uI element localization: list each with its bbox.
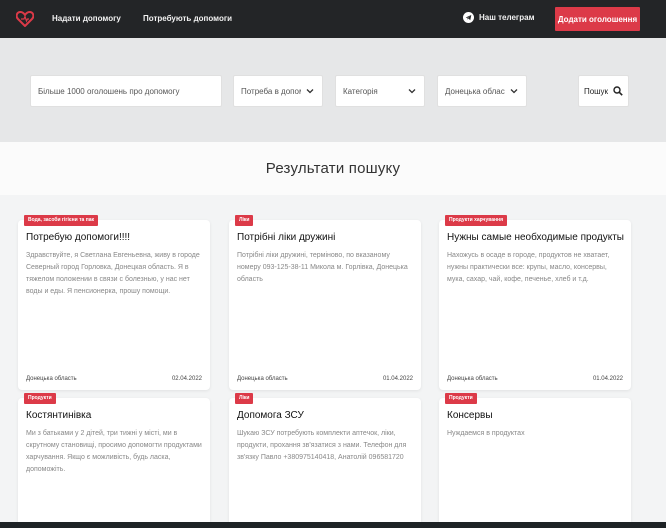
card-title: Потребую допомоги!!!! (26, 232, 131, 243)
card-description: Потрібні ліки дружині, терміново, по вка… (237, 252, 408, 283)
category-badge: Продукти (445, 393, 477, 404)
card-description: Здравствуйте, я Светлана Евгеньевна, жив… (26, 252, 200, 295)
telegram-link[interactable]: Наш телеграм (463, 12, 535, 23)
card-title: Допомога ЗСУ (237, 410, 304, 421)
listing-card[interactable]: Вода, засоби гігієни та пак Потребую доп… (18, 215, 210, 390)
region-value: Донецька область (445, 86, 505, 96)
chevron-down-icon (306, 89, 314, 94)
search-button[interactable]: Пошук (578, 75, 629, 107)
nav-link-give-help[interactable]: Надати допомогу (52, 14, 121, 23)
category-badge: Продукти харчування (445, 215, 507, 226)
add-listing-button[interactable]: Додати оголошення (555, 7, 640, 31)
footer-bar (0, 522, 666, 528)
search-icon (613, 86, 623, 96)
heart-logo-icon[interactable] (16, 11, 34, 27)
search-button-label: Пошук (583, 86, 609, 96)
card-location: Донецька область (447, 376, 498, 382)
listing-card[interactable]: Ліки Допомога ЗСУ Шукаю ЗСУ потребують к… (229, 393, 421, 528)
listing-card[interactable]: Продукти Костянтинівка Ми з батьками у 2… (18, 393, 210, 528)
search-input[interactable]: Більше 1000 оголошень про допомогу (30, 75, 222, 107)
search-section: Більше 1000 оголошень про допомогу Потре… (0, 38, 666, 142)
listing-card[interactable]: Продукти Консервы Нуждаемся в продуктах (439, 393, 631, 528)
category-badge: Продукти (24, 393, 56, 404)
help-type-select[interactable]: Потреба в допом (233, 75, 323, 107)
nav-link-need-help[interactable]: Потребують допомоги (143, 14, 232, 23)
category-select[interactable]: Категорія (335, 75, 425, 107)
card-date: 01.04.2022 (382, 376, 413, 382)
card-title: Консервы (447, 410, 493, 421)
card-title: Нужны самые необходимые продукты (447, 232, 624, 243)
listing-card[interactable]: Продукти харчування Нужны самые необходи… (439, 215, 631, 390)
card-date: 01.04.2022 (592, 376, 623, 382)
search-input-placeholder: Більше 1000 оголошень про допомогу (38, 86, 180, 96)
card-location: Донецька область (26, 376, 77, 382)
card-description: Нуждаемся в продуктах (447, 430, 525, 437)
card-title: Потрібні ліки дружині (237, 232, 336, 243)
chevron-down-icon (408, 89, 416, 94)
category-badge: Вода, засоби гігієни та пак (24, 215, 99, 226)
telegram-icon (463, 12, 474, 23)
results-title: Результати пошуку (265, 160, 401, 177)
region-select[interactable]: Донецька область (437, 75, 527, 107)
telegram-label: Наш телеграм (479, 13, 535, 22)
category-value: Категорія (343, 86, 378, 96)
card-description: Шукаю ЗСУ потребують комплекти аптечок, … (237, 430, 407, 461)
category-badge: Ліки (235, 215, 254, 226)
card-date: 02.04.2022 (171, 376, 202, 382)
card-location: Донецька область (237, 376, 288, 382)
top-navbar: Надати допомогу Потребують допомоги Наш … (0, 0, 666, 38)
listing-card[interactable]: Ліки Потрібні ліки дружині Потрібні ліки… (229, 215, 421, 390)
card-description: Ми з батьками у 2 дітей, три тижні у міс… (26, 430, 202, 473)
card-title: Костянтинівка (26, 410, 92, 421)
card-description: Нахожусь в осаде в городе, продуктов не … (447, 252, 610, 283)
help-type-value: Потреба в допом (241, 86, 301, 96)
chevron-down-icon (510, 89, 518, 94)
category-badge: Ліки (235, 393, 254, 404)
